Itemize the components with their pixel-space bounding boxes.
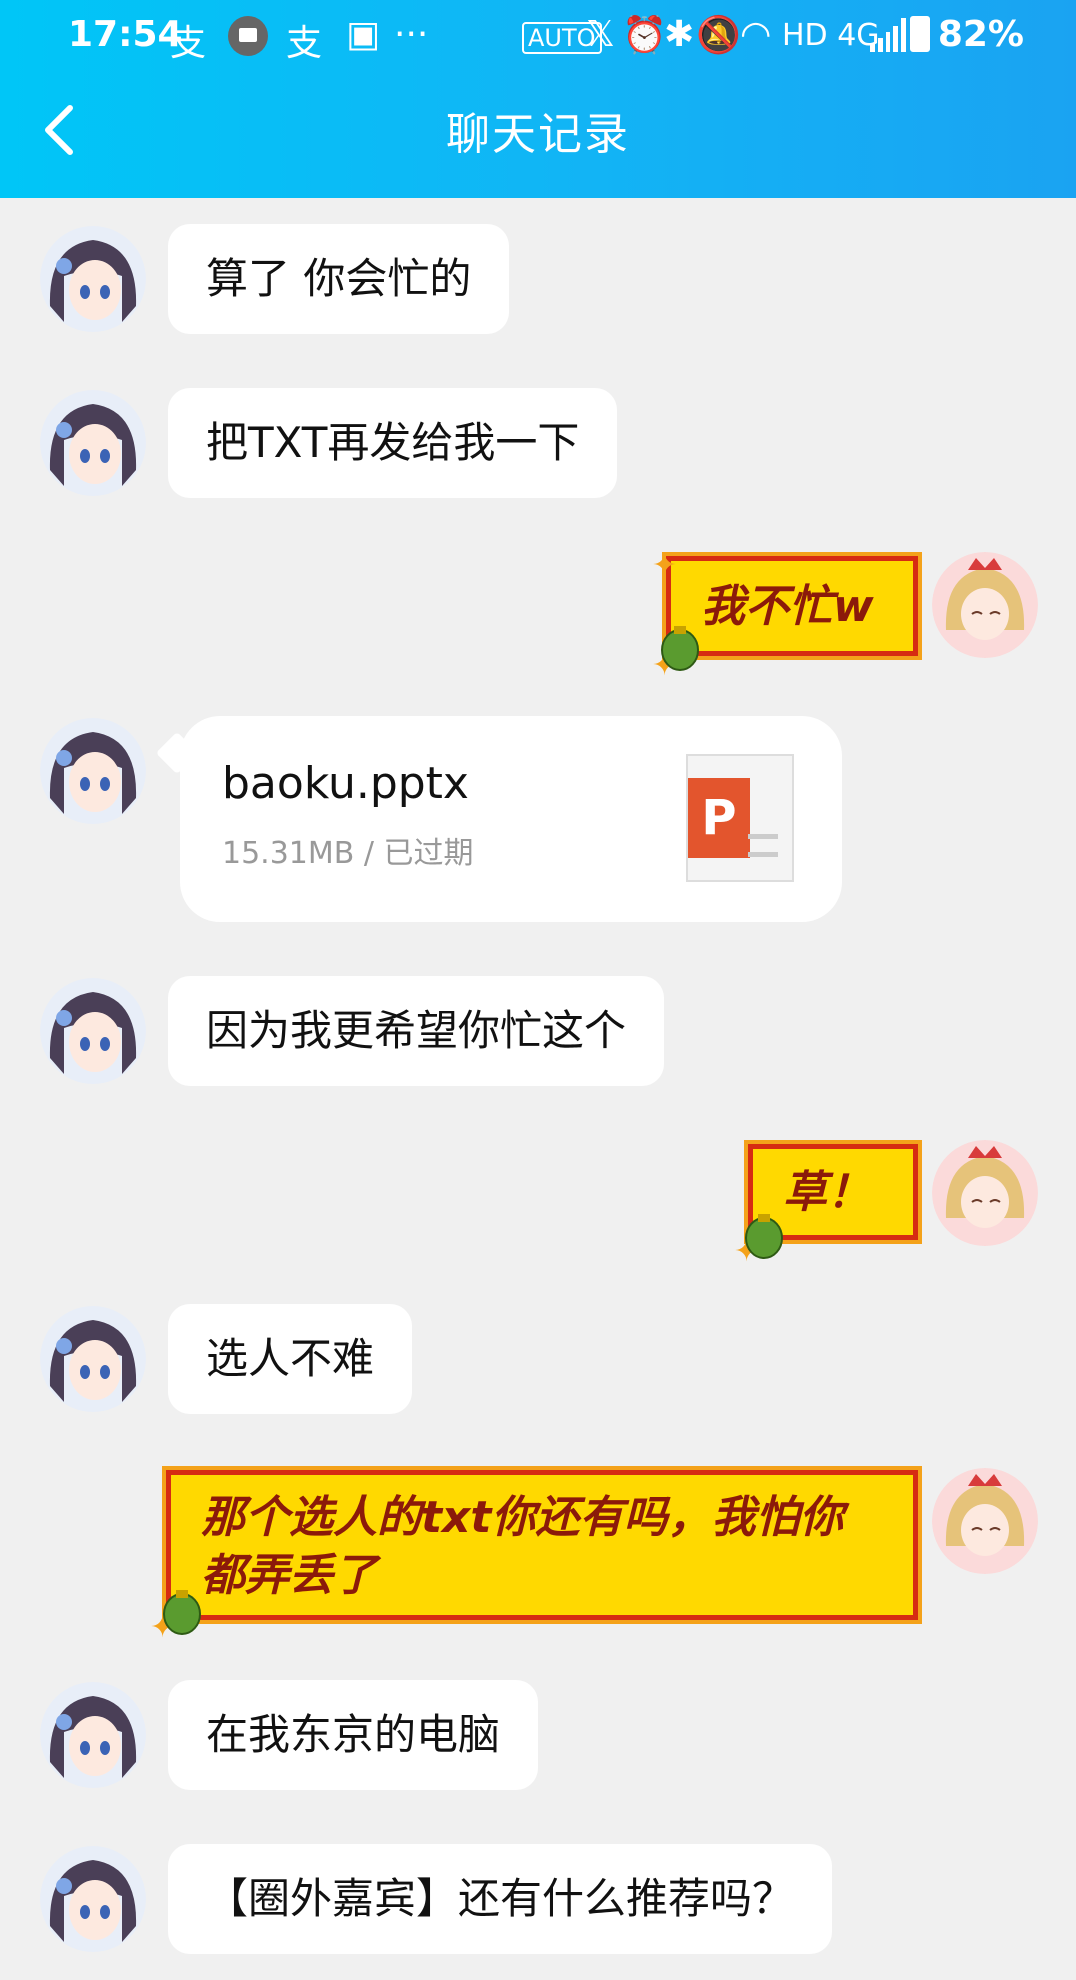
file-meta: 15.31MB / 已过期 [222,836,474,871]
message-bubble[interactable]: 算了 你会忙的 [168,224,510,334]
file-name: baoku.pptx [222,758,469,809]
battery-level: 82% [937,14,1024,55]
x-icon: 𝕏 [586,14,616,55]
mail-notification-icon [228,16,268,56]
contact-avatar-image [40,1846,146,1952]
battery-icon [910,16,930,52]
avatar[interactable] [40,978,146,1084]
avatar[interactable] [40,1306,146,1412]
avatar[interactable] [40,226,146,332]
sticker-text-line-1: 那个选人的txt你还有吗，我怕你 [201,1492,844,1543]
contact-avatar-image [40,226,146,332]
contact-avatar-image [40,1306,146,1412]
sticker-text-line-2: 都弄丢了 [201,1550,377,1601]
sticker-text: 草！ [783,1167,871,1218]
avatar[interactable] [40,1846,146,1952]
contact-avatar-image [40,1682,146,1788]
message-bubble[interactable]: 选人不难 [168,1304,413,1414]
message-bubble[interactable]: 【圈外嘉宾】还有什么推荐吗？ [168,1844,833,1954]
user-avatar-image [932,1468,1038,1574]
user-avatar-image [932,1140,1038,1246]
image-icon: ▣ [346,14,381,55]
more-notifications: ··· [394,14,429,55]
avatar[interactable] [932,552,1038,658]
app-header: 17:54 支 支 ▣ ··· AUTO 𝕏 ⏰ ✱ 🔕 ◠ HD 4G 82%… [0,0,1076,198]
status-time: 17:54 [68,14,183,55]
user-avatar-image [932,552,1038,658]
alipay-icon: 支 [170,23,207,64]
avatar[interactable] [932,1140,1038,1246]
wifi-icon: ◠ [740,14,772,55]
ppt-icon: P [686,754,794,882]
network-type: HD 4G [782,18,880,53]
contact-avatar-image [40,978,146,1084]
status-bar: 17:54 支 支 ▣ ··· AUTO 𝕏 ⏰ ✱ 🔕 ◠ HD 4G 82% [0,0,1076,70]
grenade-icon [745,1214,783,1259]
spark-icon: ✦ [652,548,678,583]
contact-avatar-image [40,390,146,496]
contact-avatar-image [40,718,146,824]
signal-icon [870,18,906,52]
avatar[interactable] [40,1682,146,1788]
page-title: 聊天记录 [446,109,630,160]
grenade-icon [163,1590,201,1635]
avatar[interactable] [932,1468,1038,1574]
sticker-text: 我不忙w [701,581,874,632]
sticker-bubble[interactable]: 那个选人的txt你还有吗，我怕你 都弄丢了 [166,1470,918,1620]
message-bubble[interactable]: 在我东京的电脑 [168,1680,539,1790]
ppt-letter: P [688,778,750,858]
grenade-icon [661,626,699,671]
avatar[interactable] [40,718,146,824]
alarm-icon: ⏰ [622,15,667,56]
alipay-icon: 支 [286,23,323,64]
avatar[interactable] [40,390,146,496]
mute-icon: 🔕 [696,15,741,56]
file-message-card[interactable]: baoku.pptx 15.31MB / 已过期 P [180,716,842,922]
message-bubble[interactable]: 把TXT再发给我一下 [168,388,618,498]
message-bubble[interactable]: 因为我更希望你忙这个 [168,976,665,1086]
bluetooth-icon: ✱ [664,14,695,55]
